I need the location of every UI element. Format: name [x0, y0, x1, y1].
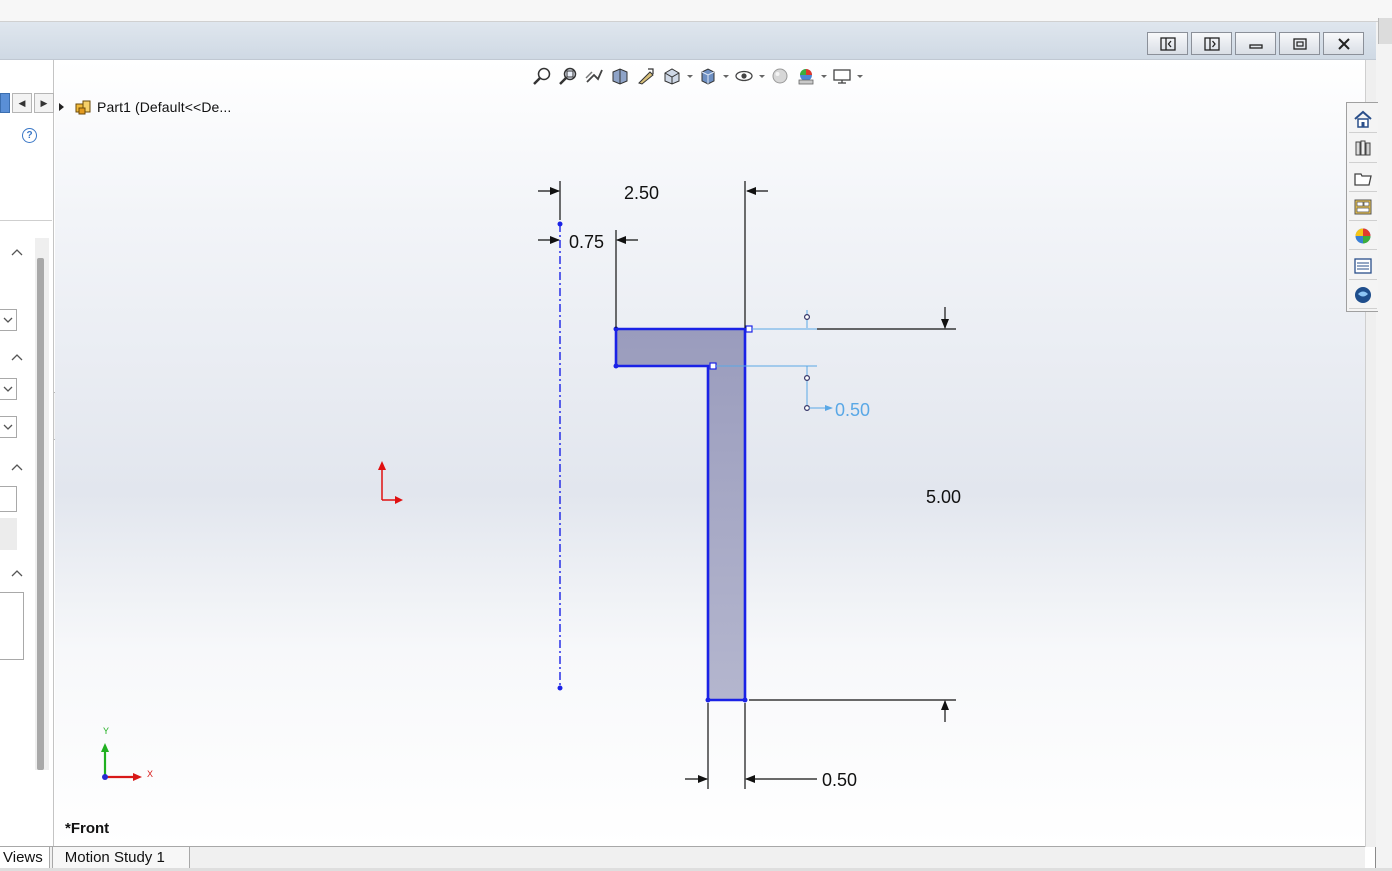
driven-dimension-node[interactable]: [803, 405, 810, 412]
solidworks-forum-tab[interactable]: [1348, 282, 1377, 309]
view-name-label: *Front: [65, 820, 110, 837]
close-button[interactable]: [1323, 32, 1364, 55]
custom-properties-icon: [1353, 257, 1372, 274]
driven-dimension-node[interactable]: [803, 314, 810, 321]
triad-x-label: X: [147, 769, 153, 779]
chevron-up-icon[interactable]: [11, 352, 23, 364]
tab-scroll-right-button[interactable]: ▶: [34, 93, 54, 113]
top-strip: [0, 0, 1392, 22]
sketch-vertex[interactable]: [742, 697, 748, 703]
file-explorer-icon: [1353, 173, 1372, 186]
property-manager-tab-icon[interactable]: [0, 93, 10, 113]
selected-vertex-handle[interactable]: [745, 325, 753, 333]
window-controls: [1147, 32, 1364, 55]
document-titlebar[interactable]: [0, 22, 1376, 60]
dimension-width-overall[interactable]: 2.50: [624, 183, 659, 203]
tile-right-button[interactable]: [1191, 32, 1232, 55]
chevron-up-icon[interactable]: [11, 247, 23, 259]
tab-motion-study-1[interactable]: Motion Study 1: [51, 847, 190, 868]
tile-left-icon: [1159, 36, 1176, 51]
chevron-up-icon[interactable]: [11, 462, 23, 474]
solidworks-app: ◀ ▶ ? Part1 (Default<<De... 2.50 0.75 0.…: [0, 0, 1392, 871]
chevron-down-icon: [3, 424, 13, 430]
design-library-tab[interactable]: [1348, 135, 1377, 163]
close-icon: [1337, 37, 1350, 50]
task-pane-tabs: [1346, 102, 1378, 312]
help-icon[interactable]: ?: [22, 128, 37, 143]
sketch-canvas[interactable]: 2.50 0.75 0.50 5.00 0.50 Y X: [55, 60, 1365, 847]
sketch-vertex[interactable]: [613, 363, 619, 369]
tile-left-button[interactable]: [1147, 32, 1188, 55]
custom-properties-tab[interactable]: [1348, 252, 1377, 280]
pane-block: [0, 518, 17, 550]
dimension-flange-thickness[interactable]: 0.50: [835, 400, 870, 420]
chevron-down-icon: [3, 317, 13, 323]
manager-pane: ◀ ▶ ?: [0, 60, 54, 847]
tab-scroll-left-button[interactable]: ◀: [12, 93, 32, 113]
pane-divider: [0, 220, 52, 221]
dimension-offset-left[interactable]: 0.75: [569, 232, 604, 252]
pane-dropdown[interactable]: [0, 309, 17, 331]
minimize-button[interactable]: [1235, 32, 1276, 55]
sketch-vertex[interactable]: [705, 697, 711, 703]
selected-vertex-handle[interactable]: [709, 362, 717, 370]
triad-y-label: Y: [103, 726, 109, 736]
pane-dropdown[interactable]: [0, 416, 17, 438]
centerline-endpoint[interactable]: [557, 221, 563, 227]
view-palette-tab[interactable]: [1348, 194, 1377, 222]
solidworks-resources-icon: [1353, 110, 1372, 128]
view-palette-icon: [1354, 199, 1371, 215]
file-explorer-tab[interactable]: [1348, 165, 1377, 192]
manager-tabs: ◀ ▶: [0, 92, 54, 114]
restore-button[interactable]: [1279, 32, 1320, 55]
tile-right-icon: [1203, 36, 1220, 51]
graphics-area[interactable]: Part1 (Default<<De... 2.50 0.75 0.50 5.0…: [55, 60, 1365, 847]
tab-model-views[interactable]: Views: [0, 847, 50, 868]
solidworks-resources-tab[interactable]: [1348, 106, 1377, 134]
sketch-profile[interactable]: [614, 327, 747, 702]
dimension-height-overall[interactable]: 5.00: [926, 487, 961, 507]
appearances-icon: [1355, 228, 1370, 244]
chevron-down-icon: [3, 386, 13, 392]
reference-triad[interactable]: Y X: [101, 726, 153, 781]
dimension-web-thickness[interactable]: 0.50: [822, 770, 857, 790]
chevron-up-icon[interactable]: [11, 568, 23, 580]
top-scroll-nub[interactable]: [1378, 18, 1392, 44]
appearances-tab[interactable]: [1348, 223, 1377, 251]
solidworks-forum-icon: [1354, 286, 1371, 303]
design-library-icon: [1355, 140, 1370, 156]
sketch-origin[interactable]: [378, 461, 403, 504]
pane-input[interactable]: [0, 486, 17, 512]
bottom-tab-bar: Views Motion Study 1: [0, 846, 1365, 868]
pane-dropdown[interactable]: [0, 378, 17, 400]
restore-icon: [1292, 37, 1307, 50]
minimize-icon: [1248, 43, 1263, 49]
pane-list-box[interactable]: [0, 592, 24, 660]
driven-dimension-node[interactable]: [803, 375, 810, 382]
document-window: ◀ ▶ ? Part1 (Default<<De... 2.50 0.75 0.…: [0, 22, 1376, 871]
pane-scrollbar-thumb[interactable]: [37, 258, 44, 770]
centerline-endpoint[interactable]: [557, 685, 563, 691]
